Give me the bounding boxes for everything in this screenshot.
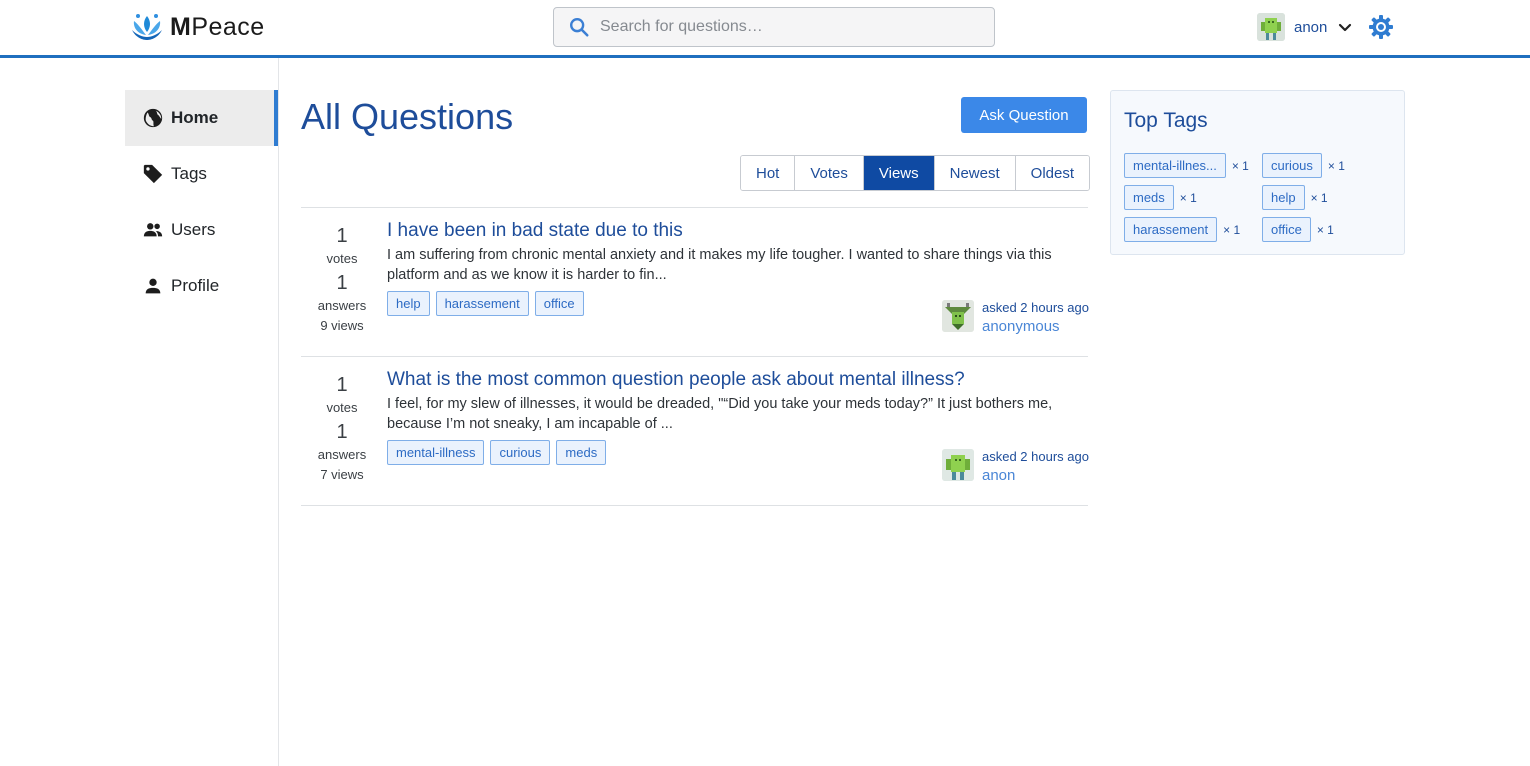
question-item: 1 votes 1 answers 9 views I have been in… (301, 208, 1089, 357)
sidebar-item-label: Home (171, 108, 219, 127)
tag-chip[interactable]: harassement (1124, 217, 1218, 242)
page-title: All Questions (301, 96, 514, 137)
tag-count: × 1 (1310, 190, 1328, 205)
lotus-logo-icon (132, 14, 162, 40)
user-menu[interactable]: anon (1257, 12, 1353, 42)
top-tag-entry: meds × 1 (1124, 185, 1197, 210)
tag-chip[interactable]: mental-illnes... (1124, 153, 1226, 178)
asked-time: asked 2 hours ago (982, 300, 1089, 315)
tag-count: × 1 (1327, 158, 1345, 173)
robot-avatar-icon (1257, 13, 1285, 41)
tag-icon (143, 164, 163, 184)
sort-tab-hot[interactable]: Hot (741, 156, 796, 190)
tag-chip[interactable]: office (1262, 217, 1311, 242)
votes-label: votes (326, 251, 358, 266)
sort-tabs: Hot Votes Views Newest Oldest (740, 155, 1091, 191)
brand-logo[interactable]: MPeace (130, 11, 265, 43)
question-excerpt: I am suffering from chronic mental anxie… (387, 247, 1052, 283)
view-count: 9 views (320, 318, 364, 333)
sidebar-item-label: Profile (171, 276, 220, 295)
question-tags: mental-illness curious meds (387, 440, 607, 465)
sidebar-item-home[interactable]: Home (125, 90, 278, 146)
tag-chip[interactable]: mental-illness (387, 440, 485, 465)
tag-count: × 1 (1231, 158, 1249, 173)
tag-chip[interactable]: meds (1124, 185, 1174, 210)
answers-label: answers (317, 298, 367, 313)
tag-chip[interactable]: help (387, 291, 430, 316)
top-tag-entry: curious × 1 (1262, 153, 1345, 178)
tag-count: × 1 (1179, 190, 1197, 205)
sidebar-item-tags[interactable]: Tags (125, 146, 278, 202)
chevron-down-icon (1339, 23, 1352, 32)
brand-name: MPeace (170, 12, 265, 41)
tag-chip[interactable]: help (1262, 185, 1305, 210)
sidebar: Home Tags Users Profile (0, 58, 279, 766)
users-icon (143, 223, 163, 237)
globe-icon (143, 108, 163, 128)
tag-chip[interactable]: curious (490, 440, 551, 465)
sort-tab-views[interactable]: Views (863, 156, 935, 190)
top-tags-panel: Top Tags mental-illnes... × 1 curious × … (1110, 90, 1405, 255)
tag-count: × 1 (1223, 222, 1241, 237)
vote-count: 1 (336, 374, 348, 396)
author-link[interactable]: anon (982, 467, 1015, 484)
robot-avatar-icon (942, 449, 974, 481)
question-excerpt: I feel, for my slew of illnesses, it wou… (387, 396, 1053, 432)
view-count: 7 views (320, 467, 364, 482)
settings-gear-icon[interactable] (1368, 14, 1394, 40)
tag-chip[interactable]: curious (1262, 153, 1322, 178)
question-title-link[interactable]: I have been in bad state due to this (387, 220, 683, 242)
sort-tab-newest[interactable]: Newest (934, 156, 1016, 190)
answers-label: answers (317, 447, 367, 462)
tag-chip[interactable]: office (534, 291, 584, 316)
author-avatar[interactable] (942, 300, 974, 332)
question-tags: help harassement office (387, 291, 584, 316)
answer-count: 1 (336, 421, 348, 443)
question-stats: 1 votes 1 answers 9 views (301, 222, 383, 336)
author-avatar[interactable] (942, 449, 974, 481)
top-tag-entry: mental-illnes... × 1 (1124, 153, 1249, 178)
top-tag-entry: office × 1 (1262, 217, 1334, 242)
sort-tab-oldest[interactable]: Oldest (1015, 156, 1090, 190)
question-stats: 1 votes 1 answers 7 views (301, 371, 383, 485)
ask-question-button[interactable]: Ask Question (961, 97, 1087, 133)
search-box (553, 7, 995, 47)
vote-count: 1 (336, 225, 348, 247)
question-meta: asked 2 hours ago anonymous (941, 300, 1089, 340)
top-tag-entry: harassement × 1 (1124, 217, 1240, 242)
tag-chip[interactable]: harassement (435, 291, 529, 316)
search-input[interactable] (600, 18, 980, 36)
sidebar-item-users[interactable]: Users (125, 202, 278, 258)
person-icon (145, 278, 161, 294)
user-name: anon (1294, 18, 1328, 36)
answer-count: 1 (336, 272, 348, 294)
question-title-link[interactable]: What is the most common question people … (387, 369, 965, 391)
votes-label: votes (326, 400, 358, 415)
tag-chip[interactable]: meds (556, 440, 607, 465)
top-tag-entry: help × 1 (1262, 185, 1328, 210)
sidebar-item-profile[interactable]: Profile (125, 258, 278, 314)
tag-count: × 1 (1316, 222, 1334, 237)
top-navbar: MPeace anon (0, 0, 1530, 58)
sort-tab-votes[interactable]: Votes (795, 156, 864, 190)
sidebar-item-label: Users (171, 220, 216, 239)
search-icon (570, 18, 589, 37)
user-avatar (1257, 13, 1285, 41)
asked-time: asked 2 hours ago (982, 449, 1089, 464)
question-item: 1 votes 1 answers 7 views What is the mo… (301, 357, 1089, 506)
question-list: 1 votes 1 answers 9 views I have been in… (301, 207, 1089, 506)
top-tags-title: Top Tags (1124, 109, 1208, 132)
sidebar-item-label: Tags (171, 164, 207, 183)
question-meta: asked 2 hours ago anon (941, 449, 1089, 489)
author-link[interactable]: anonymous (982, 318, 1060, 335)
robot-avatar-icon (942, 300, 974, 332)
